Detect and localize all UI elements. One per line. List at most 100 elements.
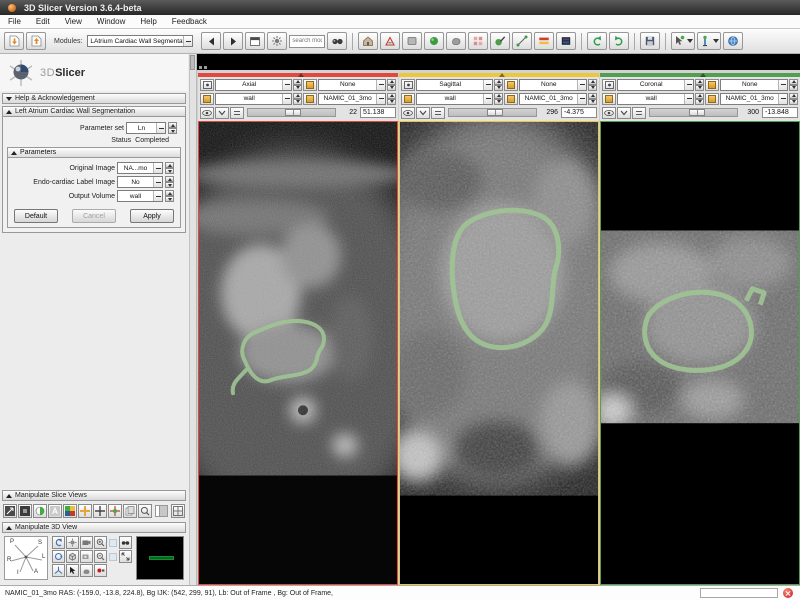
models-module-button[interactable] xyxy=(424,32,444,50)
view3d-navigation-preview[interactable] xyxy=(136,536,184,580)
slice-grid-button[interactable] xyxy=(230,107,244,119)
slice-menu-button[interactable] xyxy=(416,107,430,119)
toggle-labels-button[interactable] xyxy=(48,504,62,518)
measurements-module-button[interactable] xyxy=(512,32,532,50)
layout-lightbox-button[interactable] xyxy=(171,504,185,518)
undo-button[interactable] xyxy=(587,32,607,50)
cube-view-button[interactable] xyxy=(66,550,79,563)
axial-offset-field[interactable]: 51.138 xyxy=(360,107,396,118)
slice-options-button[interactable] xyxy=(401,79,415,91)
volumes-module-button[interactable] xyxy=(402,32,422,50)
load-scene-button[interactable] xyxy=(4,32,24,50)
slider-handle[interactable] xyxy=(487,109,503,116)
section-parameters[interactable]: Parameters xyxy=(7,147,181,158)
label-opacity-slider[interactable] xyxy=(155,505,168,517)
axial-orientation-combobox[interactable]: Axial xyxy=(215,79,292,91)
transforms-module-button[interactable] xyxy=(446,32,466,50)
slice-visibility-button[interactable] xyxy=(602,107,616,119)
slice-options-button[interactable] xyxy=(200,79,214,91)
editor-module-button[interactable] xyxy=(490,32,510,50)
foreground-spinner[interactable] xyxy=(789,79,798,91)
coronal-label-combobox[interactable]: wall xyxy=(617,93,694,105)
section-manipulate-3d-view[interactable]: Manipulate 3D View xyxy=(2,522,186,533)
background-spinner[interactable] xyxy=(789,93,798,105)
mouse-interact-button[interactable] xyxy=(671,32,695,50)
redo-button[interactable] xyxy=(609,32,629,50)
search-modules-button[interactable] xyxy=(327,32,347,50)
coronal-orientation-combobox[interactable]: Coronal xyxy=(617,79,694,91)
slice-options-button[interactable] xyxy=(602,79,616,91)
mouse-place-button[interactable] xyxy=(697,32,721,50)
output-volume-spinner[interactable] xyxy=(165,190,174,202)
menu-view[interactable]: View xyxy=(65,17,82,26)
slice-grid-button[interactable] xyxy=(431,107,445,119)
orbit-view-button[interactable] xyxy=(52,550,65,563)
annotations-module-button[interactable] xyxy=(380,32,400,50)
coronal-colorbar[interactable] xyxy=(600,73,800,77)
link-views-button[interactable] xyxy=(705,79,719,91)
modules-combobox[interactable]: LAtrium Cardiac Wall Segmentatio... xyxy=(87,35,193,47)
camera-look-button[interactable] xyxy=(80,550,93,563)
sagittal-colorbar[interactable] xyxy=(399,73,599,77)
slider-handle[interactable] xyxy=(689,109,705,116)
label-layer-button[interactable] xyxy=(200,93,214,105)
save-data-button[interactable] xyxy=(640,32,660,50)
paint-mode-button[interactable] xyxy=(80,564,93,577)
axial-foreground-combobox[interactable]: None xyxy=(318,79,386,91)
label-layer-button[interactable] xyxy=(401,93,415,105)
sagittal-background-combobox[interactable]: NAMIC_01_3mo xyxy=(519,93,587,105)
axial-background-combobox[interactable]: NAMIC_01_3mo xyxy=(318,93,386,105)
background-spinner[interactable] xyxy=(387,93,396,105)
label-spinner[interactable] xyxy=(695,93,704,105)
module-search-input[interactable] xyxy=(289,35,325,48)
rotate-view-button[interactable] xyxy=(52,536,65,549)
splitter-handle[interactable] xyxy=(199,66,207,69)
slice-visibility-button[interactable] xyxy=(401,107,415,119)
stereo-view-button[interactable] xyxy=(119,536,132,549)
background-layer-button[interactable] xyxy=(705,93,719,105)
slice-menu-button[interactable] xyxy=(215,107,229,119)
background-layer-button[interactable] xyxy=(303,93,317,105)
default-button[interactable]: Default xyxy=(14,209,58,223)
sagittal-foreground-combobox[interactable]: None xyxy=(519,79,587,91)
endocardiac-label-image-spinner[interactable] xyxy=(165,176,174,188)
menu-help[interactable]: Help xyxy=(140,17,156,26)
output-volume-combobox[interactable]: wall xyxy=(117,190,163,202)
pick-mode-button[interactable] xyxy=(66,564,79,577)
axial-label-combobox[interactable]: wall xyxy=(215,93,292,105)
menu-window[interactable]: Window xyxy=(97,17,125,26)
screenshot-slices-button[interactable] xyxy=(123,504,137,518)
axes-view-button[interactable] xyxy=(52,564,65,577)
section-help-acknowledgement[interactable]: Help & Acknowledgement xyxy=(2,93,186,104)
toggle-annotations-button[interactable] xyxy=(3,504,17,518)
coronal-foreground-combobox[interactable]: None xyxy=(720,79,788,91)
fiducials-module-button[interactable] xyxy=(468,32,488,50)
colors-module-button[interactable] xyxy=(556,32,576,50)
import-scene-button[interactable] xyxy=(26,32,46,50)
coronal-slice-image[interactable] xyxy=(600,121,800,585)
expand-view-button[interactable] xyxy=(119,550,132,563)
coronal-slice-slider[interactable] xyxy=(649,108,738,117)
ruler-module-button[interactable] xyxy=(534,32,554,50)
label-spinner[interactable] xyxy=(293,93,302,105)
panel-scrollbar[interactable] xyxy=(189,54,196,585)
menu-feedback[interactable]: Feedback xyxy=(172,17,207,26)
coronal-offset-field[interactable]: -13.848 xyxy=(762,107,798,118)
original-image-combobox[interactable]: NA...mo xyxy=(117,162,163,174)
error-log-button[interactable] xyxy=(783,588,793,598)
zoom-slices-button[interactable] xyxy=(138,504,152,518)
axial-slice-image[interactable] xyxy=(198,121,398,585)
record-view-button[interactable] xyxy=(94,564,107,577)
coronal-background-combobox[interactable]: NAMIC_01_3mo xyxy=(720,93,788,105)
fit-to-window-button[interactable] xyxy=(108,504,122,518)
module-settings-button[interactable] xyxy=(267,32,287,50)
menu-file[interactable]: File xyxy=(8,17,21,26)
sagittal-label-combobox[interactable]: wall xyxy=(416,93,493,105)
compare-views-button[interactable] xyxy=(18,504,32,518)
slider-handle[interactable] xyxy=(285,109,301,116)
home-module-button[interactable] xyxy=(358,32,378,50)
zoom-in-button[interactable] xyxy=(94,536,107,549)
label-layer-button[interactable] xyxy=(602,93,616,105)
original-image-spinner[interactable] xyxy=(165,162,174,174)
background-spinner[interactable] xyxy=(588,93,597,105)
